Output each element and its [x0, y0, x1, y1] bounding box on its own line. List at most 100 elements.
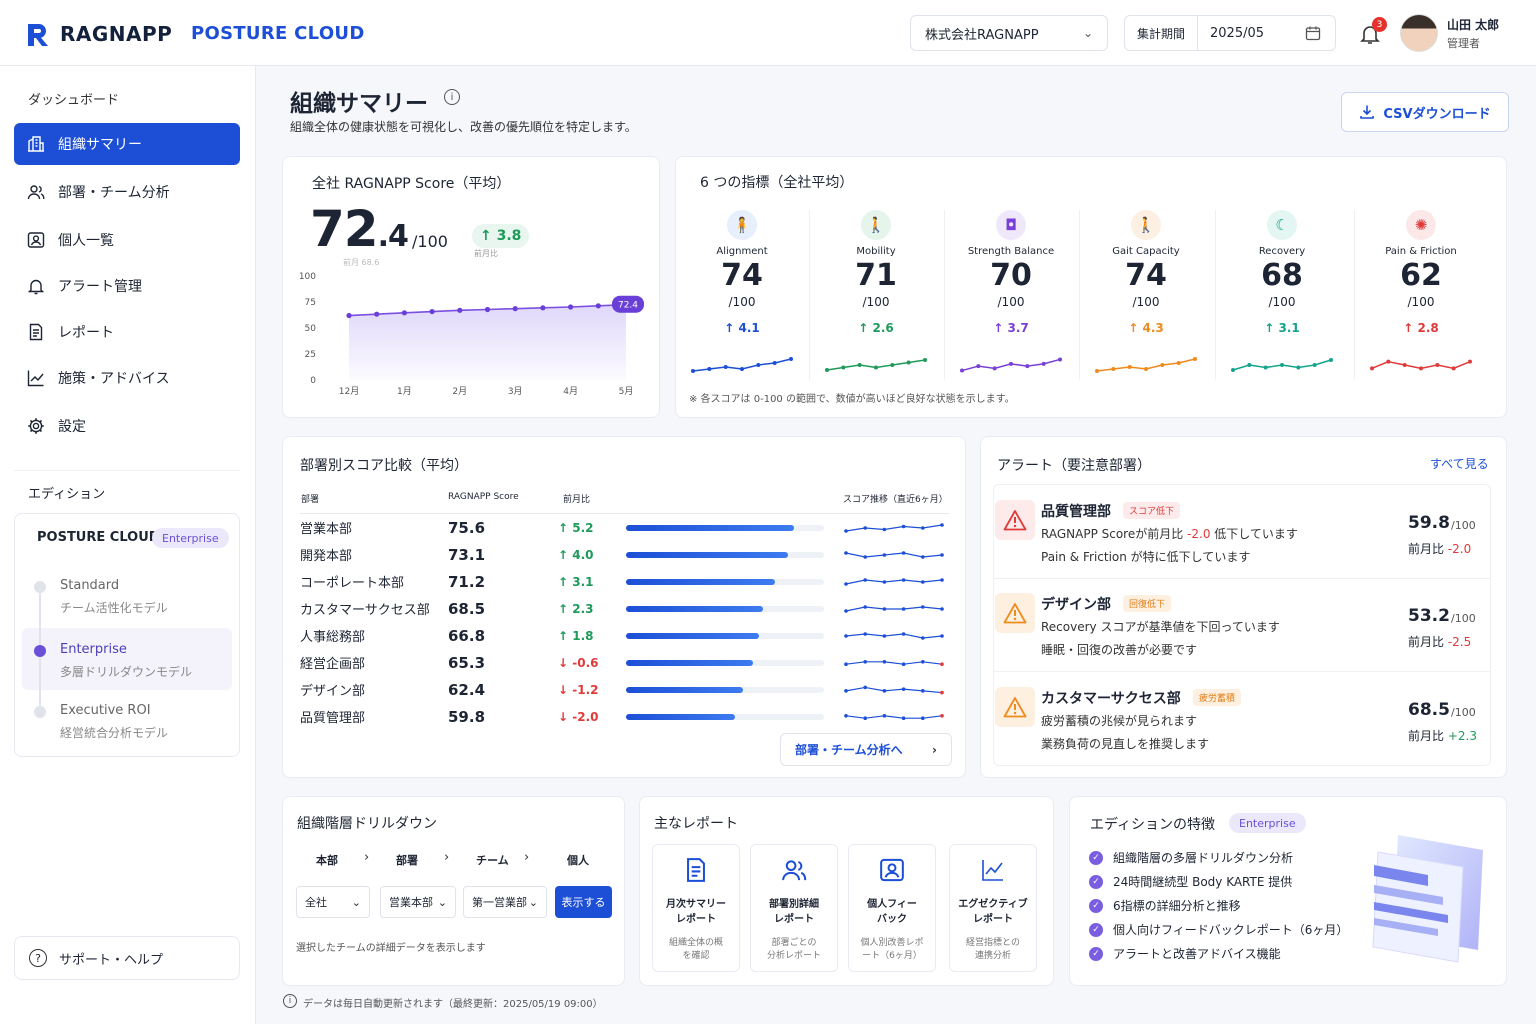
report-tile-2[interactable]: 部署別詳細 レポート部署ごとの 分析レポート: [750, 844, 838, 972]
sparkline-point: [874, 365, 878, 370]
sparkline-point: [1144, 367, 1148, 371]
alert-delta-label: 前月比: [1408, 729, 1448, 743]
tier-name[interactable]: Enterprise: [60, 642, 127, 657]
check-icon: ✓: [1089, 898, 1103, 913]
report-desc: 個人別改善レポ ート（6ヶ月）: [849, 937, 935, 963]
dept-trend-sparkline: [844, 714, 944, 720]
sparkline-point: [1280, 363, 1284, 367]
report-desc: 部署ごとの 分析レポート: [751, 937, 837, 963]
sparkline-point: [1247, 363, 1252, 367]
company-select[interactable]: 株式会社RAGNAPP ⌄: [910, 15, 1108, 51]
report-tile-3[interactable]: 個人フィー バック 個人別改善レポ ート（6ヶ月）: [848, 844, 936, 972]
calendar-icon[interactable]: [1305, 25, 1321, 41]
sidebar-item-2[interactable]: 部署・チーム分析: [14, 171, 240, 213]
sidebar-item-3[interactable]: 個人一覧: [14, 219, 240, 261]
feature-item: ✓ アラートと改善アドバイス機能: [1089, 945, 1281, 962]
tier-name[interactable]: Standard: [60, 578, 119, 593]
sparkline-point: [691, 369, 695, 373]
metric-denom: /100: [1268, 295, 1296, 309]
csv-download-button[interactable]: CSVダウンロード: [1341, 92, 1509, 132]
drill-select-1[interactable]: 全社 ⌄: [296, 886, 370, 918]
alert-delta: 前月比 +2.3: [1408, 727, 1477, 744]
drilldown-show-button[interactable]: 表示する: [555, 886, 612, 918]
dept-trend-point: [921, 660, 925, 664]
user-avatar[interactable]: [1400, 14, 1438, 52]
score-point[interactable]: [457, 307, 463, 313]
sparkline-point: [1370, 366, 1374, 371]
x-tick-label: 5月: [619, 386, 634, 397]
dept-trend-point: [863, 555, 867, 559]
brand-name[interactable]: RAGNAPP: [60, 22, 172, 46]
dept-comparison-title: 部署別スコア比較（平均）: [300, 458, 468, 474]
drill-select-2[interactable]: 営業本部 ⌄: [380, 886, 456, 918]
sidebar-item-4[interactable]: アラート管理: [14, 265, 240, 307]
report-title: 部署別詳細 レポート: [751, 897, 837, 927]
chevron-right-icon: ›: [932, 742, 937, 757]
drill-level-1[interactable]: 本部: [316, 852, 338, 868]
alerts-see-all-link[interactable]: すべて見る: [1430, 455, 1489, 472]
score-point[interactable]: [595, 303, 601, 309]
drill-level-4[interactable]: 個人: [567, 852, 589, 868]
dept-analysis-link[interactable]: 部署・チーム分析へ ›: [780, 733, 952, 766]
tier-name[interactable]: Executive ROI: [60, 703, 151, 718]
footer-update-note: データは毎日自動更新されます（最終更新：2025/05/19 09:00）: [303, 999, 603, 1010]
info-icon[interactable]: i: [444, 89, 460, 105]
ragnapp-logo-icon[interactable]: [26, 22, 50, 48]
metrics-note: ※ 各スコアは 0-100 の範囲で、数値が高いほど良好な状態を示します。: [689, 394, 1015, 405]
metric-value: 74: [721, 258, 763, 293]
dept-trend-point: [844, 529, 848, 533]
metric-denom: /100: [862, 295, 890, 309]
score-point[interactable]: [346, 312, 352, 319]
gear-icon: [26, 416, 46, 436]
report-title-line: バック: [877, 914, 907, 925]
sparkline-point: [1193, 357, 1197, 361]
dept-trend-point: [882, 714, 887, 718]
dept-trend-point: [921, 555, 925, 559]
drill-select-3[interactable]: 第一営業部 ⌄: [463, 886, 547, 918]
dept-score-bar: [626, 551, 824, 558]
tier-dot: [34, 706, 46, 718]
sidebar-item-1[interactable]: 組織サマリー: [14, 123, 240, 165]
score-point[interactable]: [512, 306, 518, 312]
user-name[interactable]: 山田 太郎: [1447, 16, 1499, 33]
score-point[interactable]: [540, 305, 546, 311]
dept-delta: ↓ -1.2: [558, 682, 599, 697]
metric-delta: ↑ 4.3: [1128, 321, 1164, 335]
dept-trend-point: [901, 524, 906, 529]
sparkline-point: [1176, 361, 1181, 365]
alert-score: 68.5: [1408, 700, 1450, 720]
dept-trend-point: [921, 689, 925, 693]
sparkline-point: [1329, 358, 1333, 362]
sidebar-item-7[interactable]: 設定: [14, 405, 240, 447]
sidebar-item-5[interactable]: レポート: [14, 311, 240, 353]
company-score-delta: ↑ 3.8: [472, 224, 530, 248]
dept-name: カスタマーサクセス部: [300, 603, 430, 618]
score-point[interactable]: [374, 311, 380, 317]
period-picker[interactable]: 集計期間 2025/05: [1124, 15, 1336, 51]
report-tile-4[interactable]: エグゼクティブ レポート 経営指標との 連携分析: [949, 844, 1037, 972]
sparkline-point: [1058, 357, 1062, 362]
score-point[interactable]: [429, 308, 435, 315]
score-point[interactable]: [484, 306, 491, 313]
report-desc-line: 連携分析: [974, 951, 1011, 961]
sparkline-point: [707, 367, 712, 371]
chevron-down-icon: ⌄: [351, 895, 361, 909]
dept-score-bar-fill: [626, 551, 789, 558]
score-point[interactable]: [568, 304, 574, 310]
dept-trend-point: [901, 551, 906, 555]
report-tile-1[interactable]: 月次サマリー レポート 組織全体の概 を確認: [652, 844, 740, 972]
metric-name: Recovery: [1258, 246, 1306, 257]
drill-level-3[interactable]: チーム: [476, 852, 509, 868]
drill-level-2[interactable]: 部署: [396, 852, 418, 868]
dept-trend-sparkline: [844, 523, 944, 533]
dept-trend-point: [901, 662, 906, 666]
support-help-button[interactable]: ? サポート・ヘルプ: [14, 936, 240, 980]
users-icon: [26, 182, 46, 202]
sparkline-point: [1160, 363, 1165, 367]
period-value: 2025/05: [1210, 25, 1265, 41]
check-icon: ✓: [1089, 850, 1103, 865]
report-desc: 経営指標との 連携分析: [950, 937, 1036, 963]
metric-delta: ↑ 2.8: [1403, 321, 1439, 335]
score-point[interactable]: [401, 310, 407, 316]
sidebar-item-6[interactable]: 施策・アドバイス: [14, 357, 240, 399]
